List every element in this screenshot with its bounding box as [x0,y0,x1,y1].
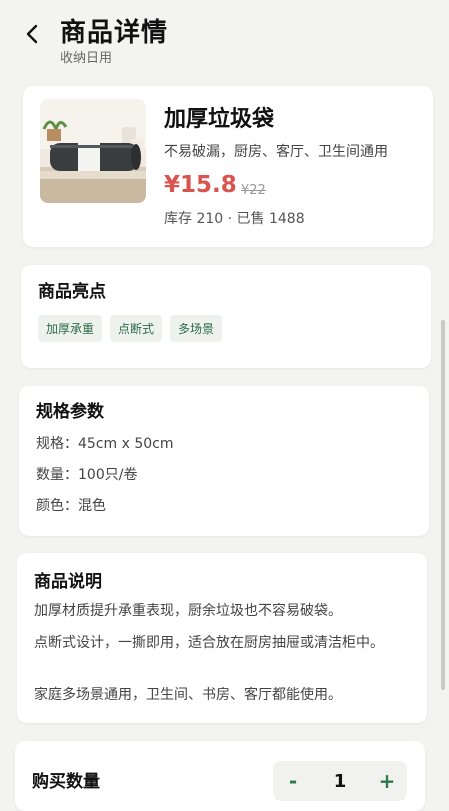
product-name: 加厚垃圾袋 [164,107,275,132]
spec-line: 规格：45cm x 50cm [36,436,174,452]
highlight-tag: 多场景 [170,315,223,342]
highlights-card: 商品亮点 加厚承重 点断式 多场景 [21,265,431,368]
stock-sales: 库存 210 · 已售 1488 [164,211,305,227]
product-image [40,99,146,203]
highlights-title: 商品亮点 [38,282,106,302]
product-desc: 不易破漏，厨房、客厅、卫生间通用 [164,144,388,160]
top-header: 商品详情 收纳日用 [0,0,449,80]
back-button[interactable] [20,20,44,48]
garbage-bag-roll-image [40,99,146,203]
description-paragraph: 点断式设计，一撕即用，适合放在厨房抽屉或清洁柜中。 [34,635,384,651]
description-card: 商品说明 加厚材质提升承重表现，厨余垃圾也不容易破袋。 点断式设计，一撕即用，适… [17,553,427,723]
description-paragraph: 加厚材质提升承重表现，厨余垃圾也不容易破袋。 [34,603,342,619]
spec-line: 数量：100只/卷 [36,467,138,483]
increase-button[interactable]: + [367,769,407,793]
specs-title: 规格参数 [36,402,104,422]
highlights-tags: 加厚承重 点断式 多场景 [38,315,223,342]
spec-line: 颜色：混色 [36,498,106,514]
decrease-button[interactable]: - [273,769,313,793]
quantity-card: 购买数量 - 1 + [15,741,425,811]
specs-card: 规格参数 规格：45cm x 50cm 数量：100只/卷 颜色：混色 [19,386,429,536]
product-price: ¥15.8 [164,172,237,198]
scrollbar[interactable] [441,320,445,690]
description-title: 商品说明 [34,572,102,592]
quantity-stepper[interactable]: - 1 + [273,761,407,801]
highlight-tag: 点断式 [110,315,163,342]
quantity-value: 1 [333,770,347,792]
quantity-title: 购买数量 [32,772,100,792]
description-paragraph: 家庭多场景通用，卫生间、书房、客厅都能使用。 [34,687,342,703]
page-title: 商品详情 [60,18,169,48]
highlight-tag: 加厚承重 [38,315,103,342]
page-subtitle: 收纳日用 [60,51,113,66]
original-price: ¥22 [241,183,266,198]
chevron-left-icon [26,24,38,44]
product-card: 加厚垃圾袋 不易破漏，厨房、客厅、卫生间通用 ¥15.8 ¥22 库存 210 … [23,86,433,247]
